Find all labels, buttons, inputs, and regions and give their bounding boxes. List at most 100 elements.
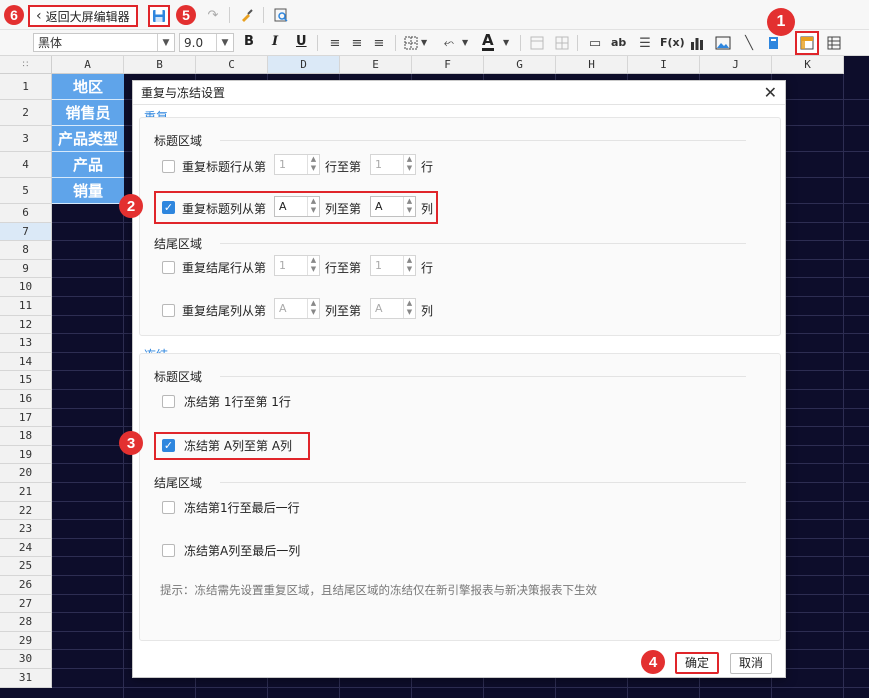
repeat-freeze-button[interactable] [795, 31, 819, 55]
spinner-arrows-icon[interactable]: ▲ ▼ [307, 299, 319, 318]
spinner-arrows-icon[interactable]: ▲ ▼ [307, 197, 319, 216]
row-header[interactable]: 28 [0, 613, 52, 632]
row-header[interactable]: 16 [0, 390, 52, 409]
row-header[interactable]: 6 [0, 204, 52, 223]
column-header[interactable]: E [340, 56, 412, 74]
back-to-dashboard-editor-button[interactable]: ‹ 返回大屏编辑器 [28, 5, 138, 27]
spinner-arrows-icon[interactable]: ▲ ▼ [403, 197, 415, 216]
save-button[interactable] [148, 5, 170, 27]
freeze-title-row-checkbox[interactable] [162, 395, 175, 408]
row-header[interactable]: 21 [0, 483, 52, 502]
row-header[interactable]: 22 [0, 501, 52, 521]
cell-a4[interactable]: 产品 [52, 152, 124, 178]
bar-chart-icon[interactable] [688, 34, 706, 52]
row-header[interactable]: 30 [0, 650, 52, 669]
spinner-arrows-icon[interactable]: ▲ ▼ [307, 155, 319, 174]
repeat-title-col-to-input[interactable]: A ▲ ▼ [370, 196, 416, 217]
align-left-icon[interactable]: ≡ [326, 34, 344, 52]
row-header[interactable]: 27 [0, 594, 52, 614]
row-header[interactable]: 24 [0, 538, 52, 558]
repeat-footer-col-checkbox[interactable] [162, 304, 175, 317]
align-right-icon[interactable]: ≡ [370, 34, 388, 52]
underline-button[interactable]: U [296, 34, 307, 49]
column-header[interactable]: C [196, 56, 268, 74]
spinner-arrows-icon[interactable]: ▲ ▼ [307, 256, 319, 275]
repeat-title-col-checkbox[interactable]: ✓ [162, 201, 175, 214]
repeat-footer-col-to-input[interactable]: A ▲ ▼ [370, 298, 416, 319]
cancel-button[interactable]: 取消 [730, 653, 772, 674]
repeat-title-row-from-input[interactable]: 1 ▲ ▼ [274, 154, 320, 175]
repeat-title-col-from-input[interactable]: A ▲ ▼ [274, 196, 320, 217]
row-header[interactable]: 5 [0, 178, 52, 204]
repeat-title-row-to-input[interactable]: 1 ▲ ▼ [370, 154, 416, 175]
column-header[interactable]: D [268, 56, 340, 74]
column-header[interactable]: I [628, 56, 700, 74]
repeat-footer-row-from-input[interactable]: 1 ▲ ▼ [274, 255, 320, 276]
row-header[interactable]: 11 [0, 297, 52, 316]
insert-row-icon[interactable]: ▭ [586, 34, 604, 52]
spinner-arrows-icon[interactable]: ▲ ▼ [403, 299, 415, 318]
slash-icon[interactable]: ╲ [740, 34, 758, 52]
column-header[interactable]: K [772, 56, 844, 74]
select-all-corner[interactable]: ∷ [0, 56, 52, 74]
row-header[interactable]: 1 [0, 74, 52, 100]
row-header[interactable]: 12 [0, 315, 52, 335]
italic-button[interactable]: I [272, 34, 278, 49]
cell-a2[interactable]: 销售员 [52, 100, 124, 126]
row-header[interactable]: 31 [0, 669, 52, 688]
text-cell-button[interactable]: ab [611, 36, 626, 49]
column-header[interactable]: J [700, 56, 772, 74]
chevron-down-icon[interactable]: ▼ [503, 38, 509, 47]
format-painter-icon[interactable] [238, 6, 256, 24]
paragraph-icon[interactable]: ☰ [636, 34, 654, 52]
row-header[interactable]: 29 [0, 631, 52, 651]
freeze-footer-row-checkbox[interactable] [162, 501, 175, 514]
column-header[interactable]: F [412, 56, 484, 74]
column-header[interactable]: B [124, 56, 196, 74]
cell-a1[interactable]: 地区 [52, 74, 124, 100]
column-header[interactable]: G [484, 56, 556, 74]
repeat-footer-row-checkbox[interactable] [162, 261, 175, 274]
font-family-select[interactable]: 黑体 ▼ [33, 33, 175, 52]
align-center-icon[interactable]: ≡ [348, 34, 366, 52]
close-icon[interactable]: ✕ [764, 83, 777, 102]
border-icon[interactable] [402, 34, 420, 52]
row-header[interactable]: 15 [0, 371, 52, 390]
chevron-down-icon[interactable]: ▼ [421, 38, 427, 47]
font-color-icon[interactable]: A [482, 32, 494, 51]
ok-button[interactable]: 确定 [675, 652, 719, 674]
repeat-title-row-checkbox[interactable] [162, 160, 175, 173]
cell-a5[interactable]: 销量 [52, 178, 124, 204]
row-header[interactable]: 23 [0, 520, 52, 539]
fill-color-icon[interactable]: ⬿ [440, 34, 458, 52]
attachment-icon[interactable] [764, 34, 782, 52]
font-size-select[interactable]: 9.0 ▼ [179, 33, 234, 52]
row-header[interactable]: 14 [0, 352, 52, 372]
preview-icon[interactable] [272, 6, 290, 24]
redo-icon[interactable]: ↷ [204, 6, 222, 24]
repeat-footer-col-from-input[interactable]: A ▲ ▼ [274, 298, 320, 319]
chevron-down-icon[interactable]: ▼ [462, 38, 468, 47]
spinner-arrows-icon[interactable]: ▲ ▼ [403, 256, 415, 275]
row-header[interactable]: 4 [0, 152, 52, 178]
row-header[interactable]: 13 [0, 334, 52, 353]
row-header[interactable]: 10 [0, 278, 52, 297]
row-header[interactable]: 9 [0, 259, 52, 279]
freeze-footer-col-checkbox[interactable] [162, 544, 175, 557]
row-header[interactable]: 2 [0, 100, 52, 126]
bold-button[interactable]: B [244, 34, 254, 49]
image-icon[interactable] [714, 34, 732, 52]
row-header[interactable]: 18 [0, 427, 52, 446]
column-header[interactable]: A [52, 56, 124, 74]
row-header[interactable]: 7 [0, 222, 52, 242]
freeze-title-col-checkbox[interactable]: ✓ [162, 439, 175, 452]
cell-a3[interactable]: 产品类型 [52, 126, 124, 152]
row-header[interactable]: 20 [0, 464, 52, 483]
merge-cells-icon[interactable] [528, 34, 546, 52]
row-header[interactable]: 26 [0, 576, 52, 595]
repeat-footer-row-to-input[interactable]: 1 ▲ ▼ [370, 255, 416, 276]
row-header[interactable]: 8 [0, 241, 52, 260]
row-header[interactable]: 19 [0, 445, 52, 465]
table-layout-icon[interactable] [825, 34, 843, 52]
spinner-arrows-icon[interactable]: ▲ ▼ [403, 155, 415, 174]
